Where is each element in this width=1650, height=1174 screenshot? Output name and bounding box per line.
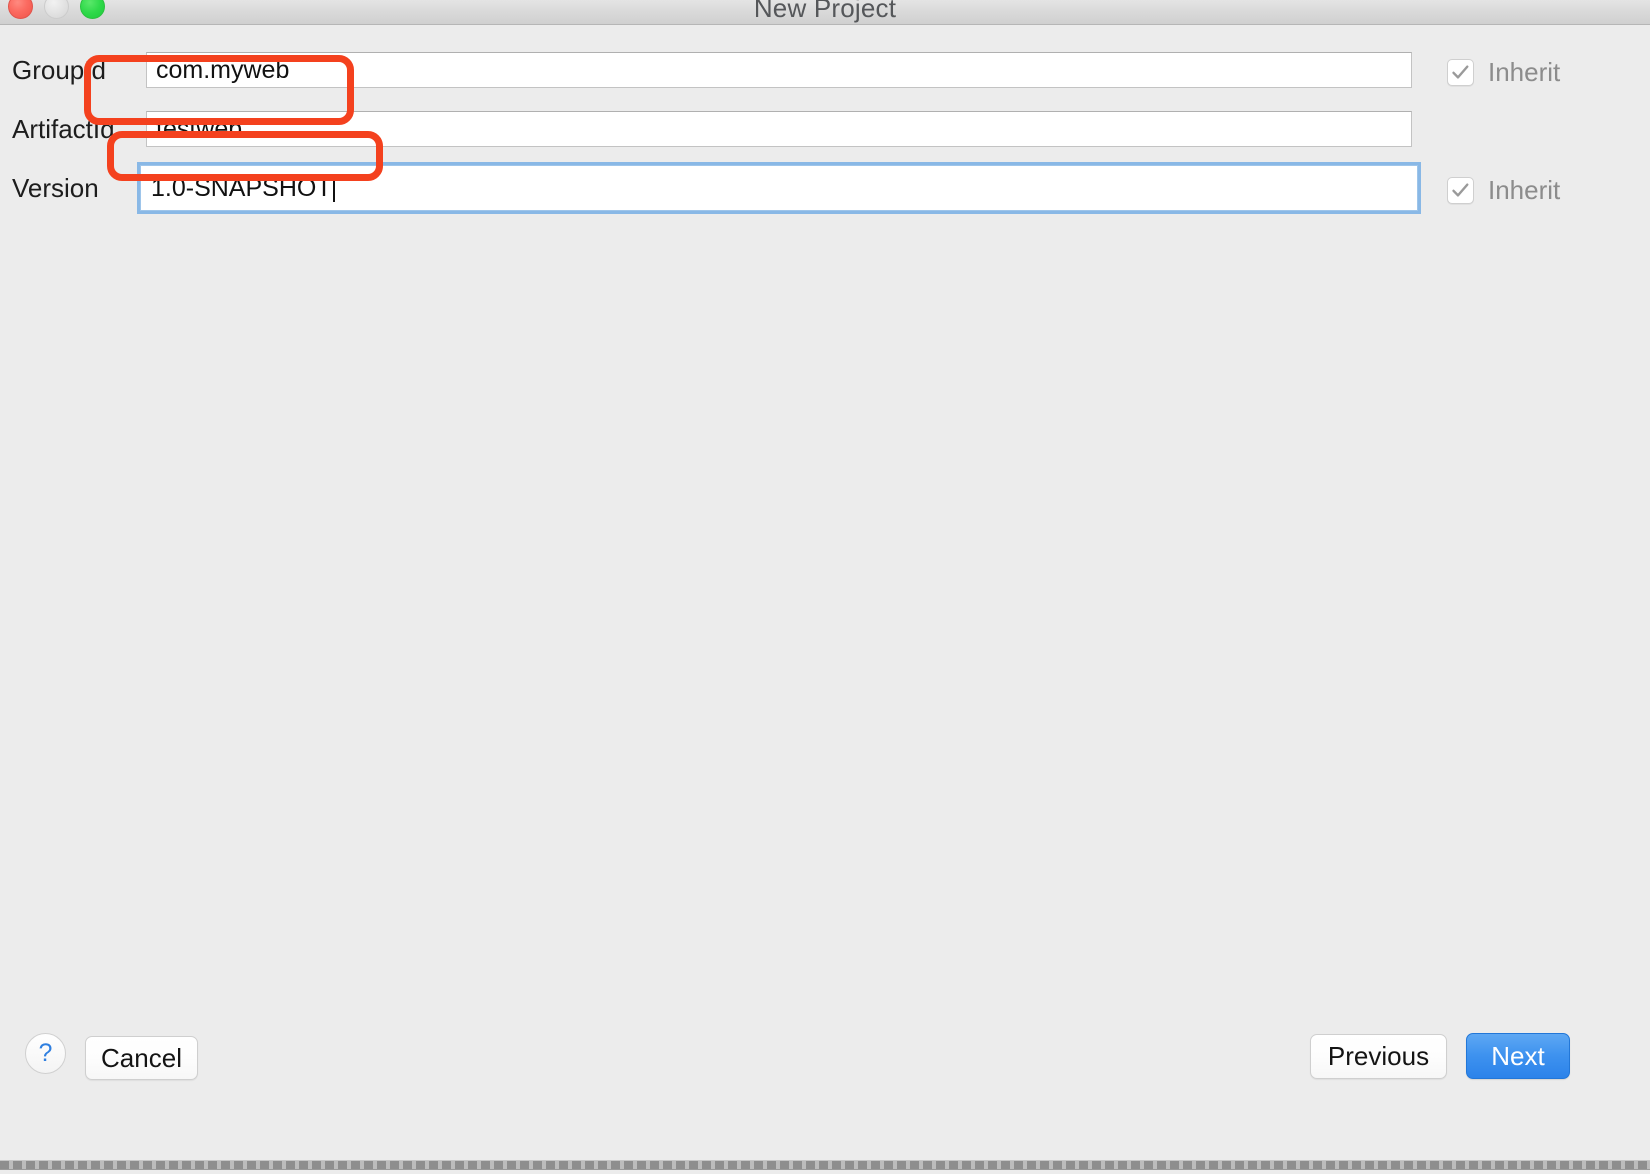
groupid-inherit-checkbox[interactable] bbox=[1447, 59, 1474, 86]
help-button[interactable]: ? bbox=[25, 1033, 66, 1074]
groupid-row: GroupId com.myweb bbox=[0, 47, 1650, 93]
version-row: Version 1.0-SNAPSHOT bbox=[0, 165, 1650, 211]
resize-grip-texture bbox=[0, 1160, 1650, 1170]
artifactid-row: ArtifactId testweb bbox=[0, 106, 1650, 152]
version-inherit-control[interactable]: Inherit bbox=[1447, 175, 1560, 206]
version-label: Version bbox=[12, 173, 99, 203]
previous-button[interactable]: Previous bbox=[1310, 1034, 1447, 1079]
text-caret bbox=[332, 174, 335, 202]
checkmark-icon bbox=[1452, 183, 1469, 197]
next-button[interactable]: Next bbox=[1466, 1033, 1570, 1079]
maven-coordinates-form: GroupId com.myweb ArtifactId testweb Ver… bbox=[0, 25, 1650, 1025]
window-bottom-edge bbox=[0, 1150, 1650, 1174]
new-project-dialog: New Project GroupId com.myweb ArtifactId… bbox=[0, 0, 1650, 1174]
groupid-inherit-control[interactable]: Inherit bbox=[1447, 57, 1560, 88]
window-titlebar: New Project bbox=[0, 0, 1650, 25]
version-field[interactable]: 1.0-SNAPSHOT bbox=[140, 165, 1418, 211]
version-field-text: 1.0-SNAPSHOT bbox=[151, 174, 332, 202]
groupid-inherit-label: Inherit bbox=[1488, 57, 1561, 87]
version-inherit-label: Inherit bbox=[1488, 175, 1561, 205]
groupid-field[interactable]: com.myweb bbox=[146, 52, 1412, 88]
artifactid-field[interactable]: testweb bbox=[146, 111, 1412, 147]
groupid-label: GroupId bbox=[12, 55, 106, 85]
window-title: New Project bbox=[753, 0, 897, 23]
cancel-button[interactable]: Cancel bbox=[85, 1036, 198, 1080]
artifactid-label: ArtifactId bbox=[12, 114, 115, 144]
checkmark-icon bbox=[1452, 65, 1469, 79]
version-inherit-checkbox[interactable] bbox=[1447, 177, 1474, 204]
